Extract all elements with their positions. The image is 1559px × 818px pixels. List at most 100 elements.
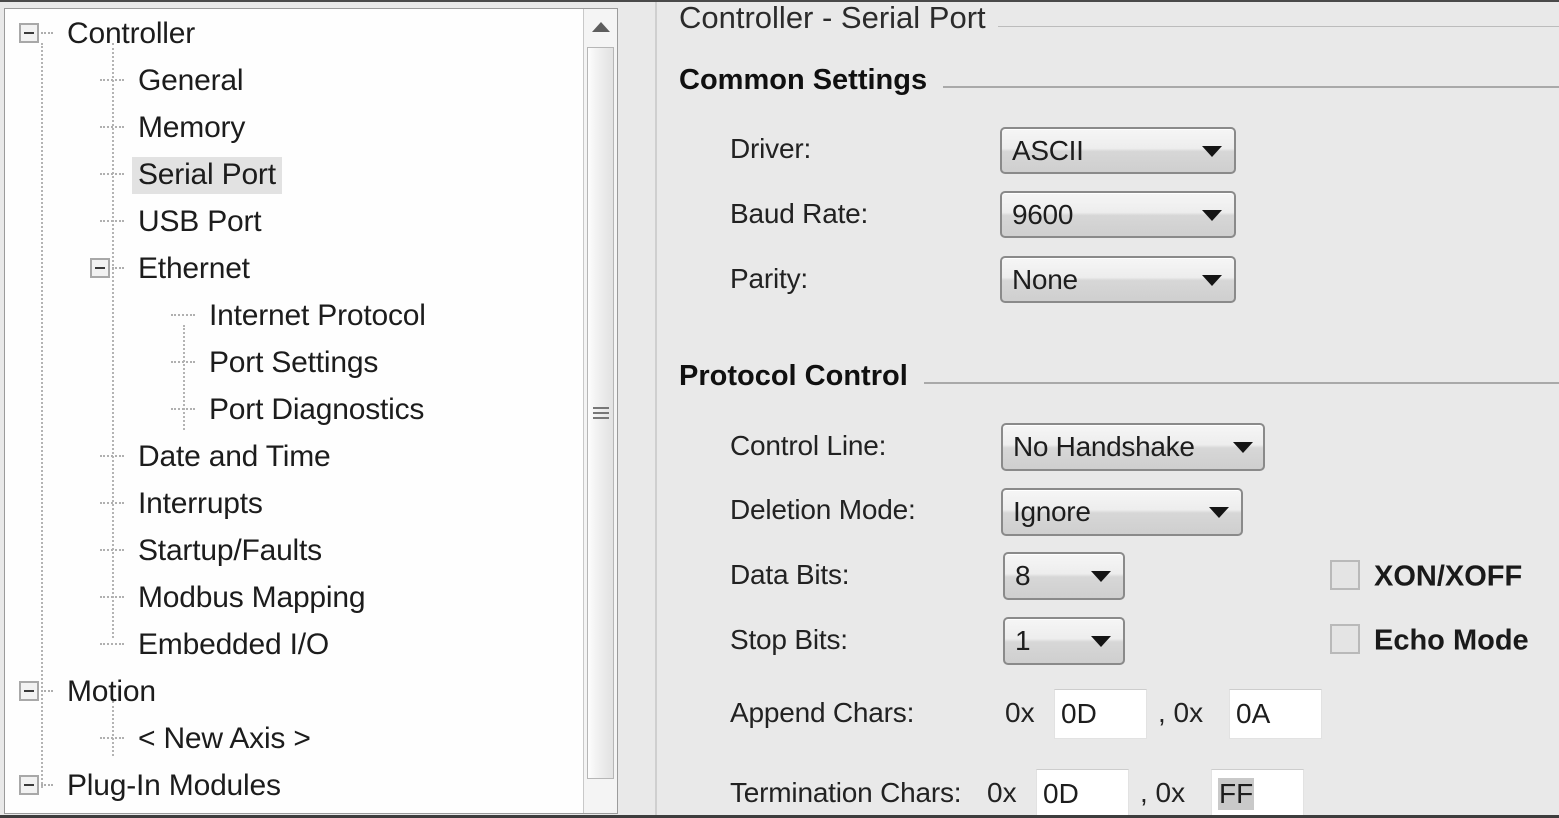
tree-expander-minus-icon[interactable]: [19, 23, 39, 43]
scroll-up-arrow-icon[interactable]: [584, 9, 617, 43]
append-chars-value-1: 0D: [1061, 698, 1097, 729]
tree-connector-icon: [100, 220, 124, 222]
chevron-down-icon: [1091, 636, 1111, 647]
deletion-mode-value: Ignore: [1013, 496, 1091, 527]
tree-item-label: Controller: [67, 16, 196, 50]
baud-rate-value: 9600: [1012, 198, 1074, 230]
tree-item-list: Controller General Memory Serial Port USB Po…: [5, 9, 583, 808]
xon-xoff-checkbox-row[interactable]: XON/XOFF: [1330, 560, 1559, 594]
tree-item-motion[interactable]: Motion: [5, 667, 583, 714]
group-title-protocol-control: Protocol Control: [679, 360, 924, 393]
scrollbar-thumb[interactable]: [587, 47, 614, 779]
chevron-down-icon: [1209, 507, 1229, 518]
parity-value: None: [1012, 263, 1078, 295]
termination-chars-hex-prefix-1: 0x: [987, 777, 1017, 808]
tree-item-plug-in-modules[interactable]: Plug-In Modules: [5, 761, 583, 808]
tree-item-label: Port Settings: [209, 345, 379, 379]
tree-item-label: Plug-In Modules: [67, 768, 281, 802]
tree-item-label: Startup/Faults: [138, 533, 322, 567]
xon-xoff-checkbox[interactable]: [1330, 560, 1360, 590]
append-chars-input-1[interactable]: 0D: [1054, 689, 1147, 739]
echo-mode-checkbox-row[interactable]: Echo Mode: [1330, 624, 1559, 658]
tree-item-new-axis[interactable]: < New Axis >: [5, 714, 583, 761]
tree-item-label: Date and Time: [138, 439, 331, 473]
tree-item-label: Motion: [67, 674, 156, 708]
tree-item-interrupts[interactable]: Interrupts: [5, 479, 583, 526]
tree-item-label: Serial Port: [132, 156, 282, 194]
tree-expander-minus-icon[interactable]: [90, 258, 110, 278]
tree-item-label: Ethernet: [138, 251, 250, 285]
chevron-down-icon: [1202, 209, 1222, 221]
label-control-line: Control Line:: [730, 430, 887, 461]
scrollbar-grip-icon: [592, 407, 609, 419]
tree-item-port-diagnostics[interactable]: Port Diagnostics: [5, 385, 583, 432]
group-title-common-settings: Common Settings: [679, 64, 944, 97]
chevron-down-icon: [1233, 442, 1253, 453]
configuration-tree-panel: Controller General Memory Serial Port USB Po…: [4, 8, 618, 814]
tree-item-general[interactable]: General: [5, 56, 583, 103]
driver-dropdown[interactable]: ASCII: [1000, 127, 1236, 174]
tree-item-label: Interrupts: [138, 486, 263, 520]
label-stop-bits: Stop Bits:: [730, 624, 848, 655]
tree-expander-minus-icon[interactable]: [19, 681, 39, 701]
tree-item-serial-port[interactable]: Serial Port: [5, 150, 583, 197]
tree-connector-icon: [171, 314, 195, 316]
tree-item-modbus-mapping[interactable]: Modbus Mapping: [5, 573, 583, 620]
tree-item-date-and-time[interactable]: Date and Time: [5, 432, 583, 479]
tree-connector-icon: [100, 502, 124, 504]
tree-expander-minus-icon[interactable]: [19, 775, 39, 795]
label-append-chars: Append Chars:: [730, 697, 915, 728]
data-bits-dropdown[interactable]: 8: [1003, 552, 1125, 600]
append-chars-separator: , 0x: [1158, 697, 1204, 728]
tree-item-ethernet[interactable]: Ethernet: [5, 244, 583, 291]
label-driver: Driver:: [730, 133, 812, 164]
data-bits-value: 8: [1015, 560, 1031, 591]
tree-item-internet-protocol[interactable]: Internet Protocol: [5, 291, 583, 338]
chevron-down-icon: [1202, 145, 1222, 157]
stop-bits-dropdown[interactable]: 1: [1003, 617, 1125, 665]
termination-chars-value-1: 0D: [1043, 778, 1079, 809]
xon-xoff-label: XON/XOFF: [1374, 560, 1523, 593]
tree-vertical-scrollbar[interactable]: [583, 9, 617, 813]
driver-value: ASCII: [1012, 134, 1084, 166]
tree-scroll-area: Controller General Memory Serial Port USB Po…: [5, 9, 583, 813]
tree-item-label: Internet Protocol: [209, 298, 426, 332]
tree-connector-icon: [41, 32, 53, 34]
tree-connector-icon: [41, 784, 53, 786]
tree-connector-icon: [100, 549, 124, 551]
tree-connector-icon: [100, 737, 124, 739]
tree-item-usb-port[interactable]: USB Port: [5, 197, 583, 244]
tree-item-label: Embedded I/O: [138, 627, 330, 661]
label-parity: Parity:: [730, 263, 808, 294]
page-title: Controller - Serial Port: [679, 2, 998, 36]
tree-item-memory[interactable]: Memory: [5, 103, 583, 150]
echo-mode-checkbox[interactable]: [1330, 624, 1360, 654]
tree-item-startup-faults[interactable]: Startup/Faults: [5, 526, 583, 573]
tree-connector-icon: [100, 596, 124, 598]
tree-item-embedded-i-o[interactable]: Embedded I/O: [5, 620, 583, 667]
tree-connector-icon: [100, 126, 124, 128]
tree-item-label: < New Axis >: [138, 721, 311, 755]
control-line-value: No Handshake: [1013, 431, 1195, 462]
parity-dropdown[interactable]: None: [1000, 256, 1236, 303]
chevron-down-icon: [1202, 274, 1222, 286]
termination-chars-input-1[interactable]: 0D: [1036, 769, 1129, 815]
control-line-dropdown[interactable]: No Handshake: [1001, 423, 1265, 471]
termination-chars-input-2[interactable]: FF: [1211, 769, 1304, 815]
append-chars-value-2: 0A: [1236, 698, 1271, 729]
tree-item-label: USB Port: [138, 204, 262, 238]
tree-connector-icon: [100, 173, 124, 175]
tree-item-label: Modbus Mapping: [138, 580, 366, 614]
echo-mode-label: Echo Mode: [1374, 624, 1529, 657]
tree-connector-icon: [112, 267, 124, 269]
append-chars-input-2[interactable]: 0A: [1229, 689, 1322, 739]
tree-connector-icon: [100, 455, 124, 457]
tree-item-port-settings[interactable]: Port Settings: [5, 338, 583, 385]
tree-item-label: General: [138, 63, 244, 97]
label-deletion-mode: Deletion Mode:: [730, 494, 916, 525]
deletion-mode-dropdown[interactable]: Ignore: [1001, 488, 1243, 536]
baud-rate-dropdown[interactable]: 9600: [1000, 191, 1236, 238]
tree-item-controller[interactable]: Controller: [5, 9, 583, 56]
serial-port-settings-panel: Controller - Serial Port Common Settings…: [655, 2, 1559, 815]
label-data-bits: Data Bits:: [730, 559, 850, 590]
